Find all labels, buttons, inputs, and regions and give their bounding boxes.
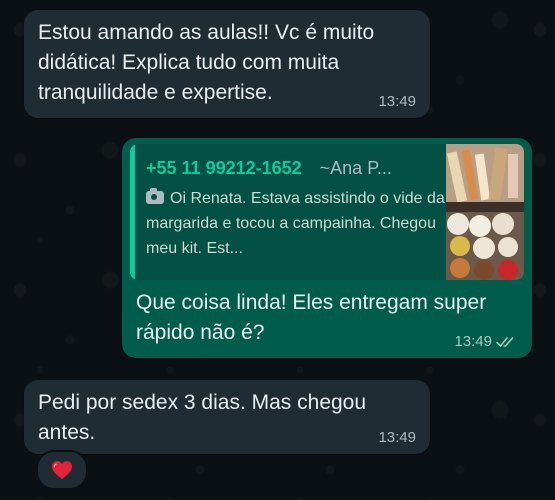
quote-text-block: Oi Renata. Estava assistindo o vide da m… <box>146 186 446 261</box>
red-heart-icon <box>52 461 72 480</box>
message-bubble-incoming[interactable]: Pedi por sedex 3 dias. Mas chegou antes.… <box>24 380 430 454</box>
message-time: 13:49 <box>454 333 492 350</box>
quote-sender-name: ~Ana P... <box>319 158 392 178</box>
chat-background: Estou amando as aulas!! Vc é muito didát… <box>0 0 555 500</box>
message-text: Estou amando as aulas!! Vc é muito didát… <box>38 21 375 104</box>
double-check-icon <box>496 336 514 347</box>
message-bubble-incoming[interactable]: Estou amando as aulas!! Vc é muito didát… <box>24 10 430 118</box>
quoted-message[interactable]: +55 11 99212-1652 ~Ana P... Oi Renata. E… <box>130 144 524 280</box>
message-reaction[interactable] <box>36 450 88 490</box>
quote-thumbnail-image[interactable] <box>446 144 524 280</box>
message-bubble-outgoing[interactable]: +55 11 99212-1652 ~Ana P... Oi Renata. E… <box>122 138 532 358</box>
quote-header: +55 11 99212-1652 ~Ana P... <box>146 158 392 179</box>
camera-icon <box>146 188 164 204</box>
message-time: 13:49 <box>378 429 416 446</box>
message-text: Pedi por sedex 3 dias. Mas chegou antes. <box>38 391 367 444</box>
quote-accent-bar <box>130 144 135 280</box>
message-time: 13:49 <box>378 93 416 110</box>
quote-sender-phone: +55 11 99212-1652 <box>146 158 302 178</box>
message-meta: 13:49 <box>378 93 416 110</box>
message-meta: 13:49 <box>378 429 416 446</box>
quote-text: Oi Renata. Estava assistindo o vide da m… <box>146 190 445 257</box>
message-meta: 13:49 <box>454 333 518 350</box>
